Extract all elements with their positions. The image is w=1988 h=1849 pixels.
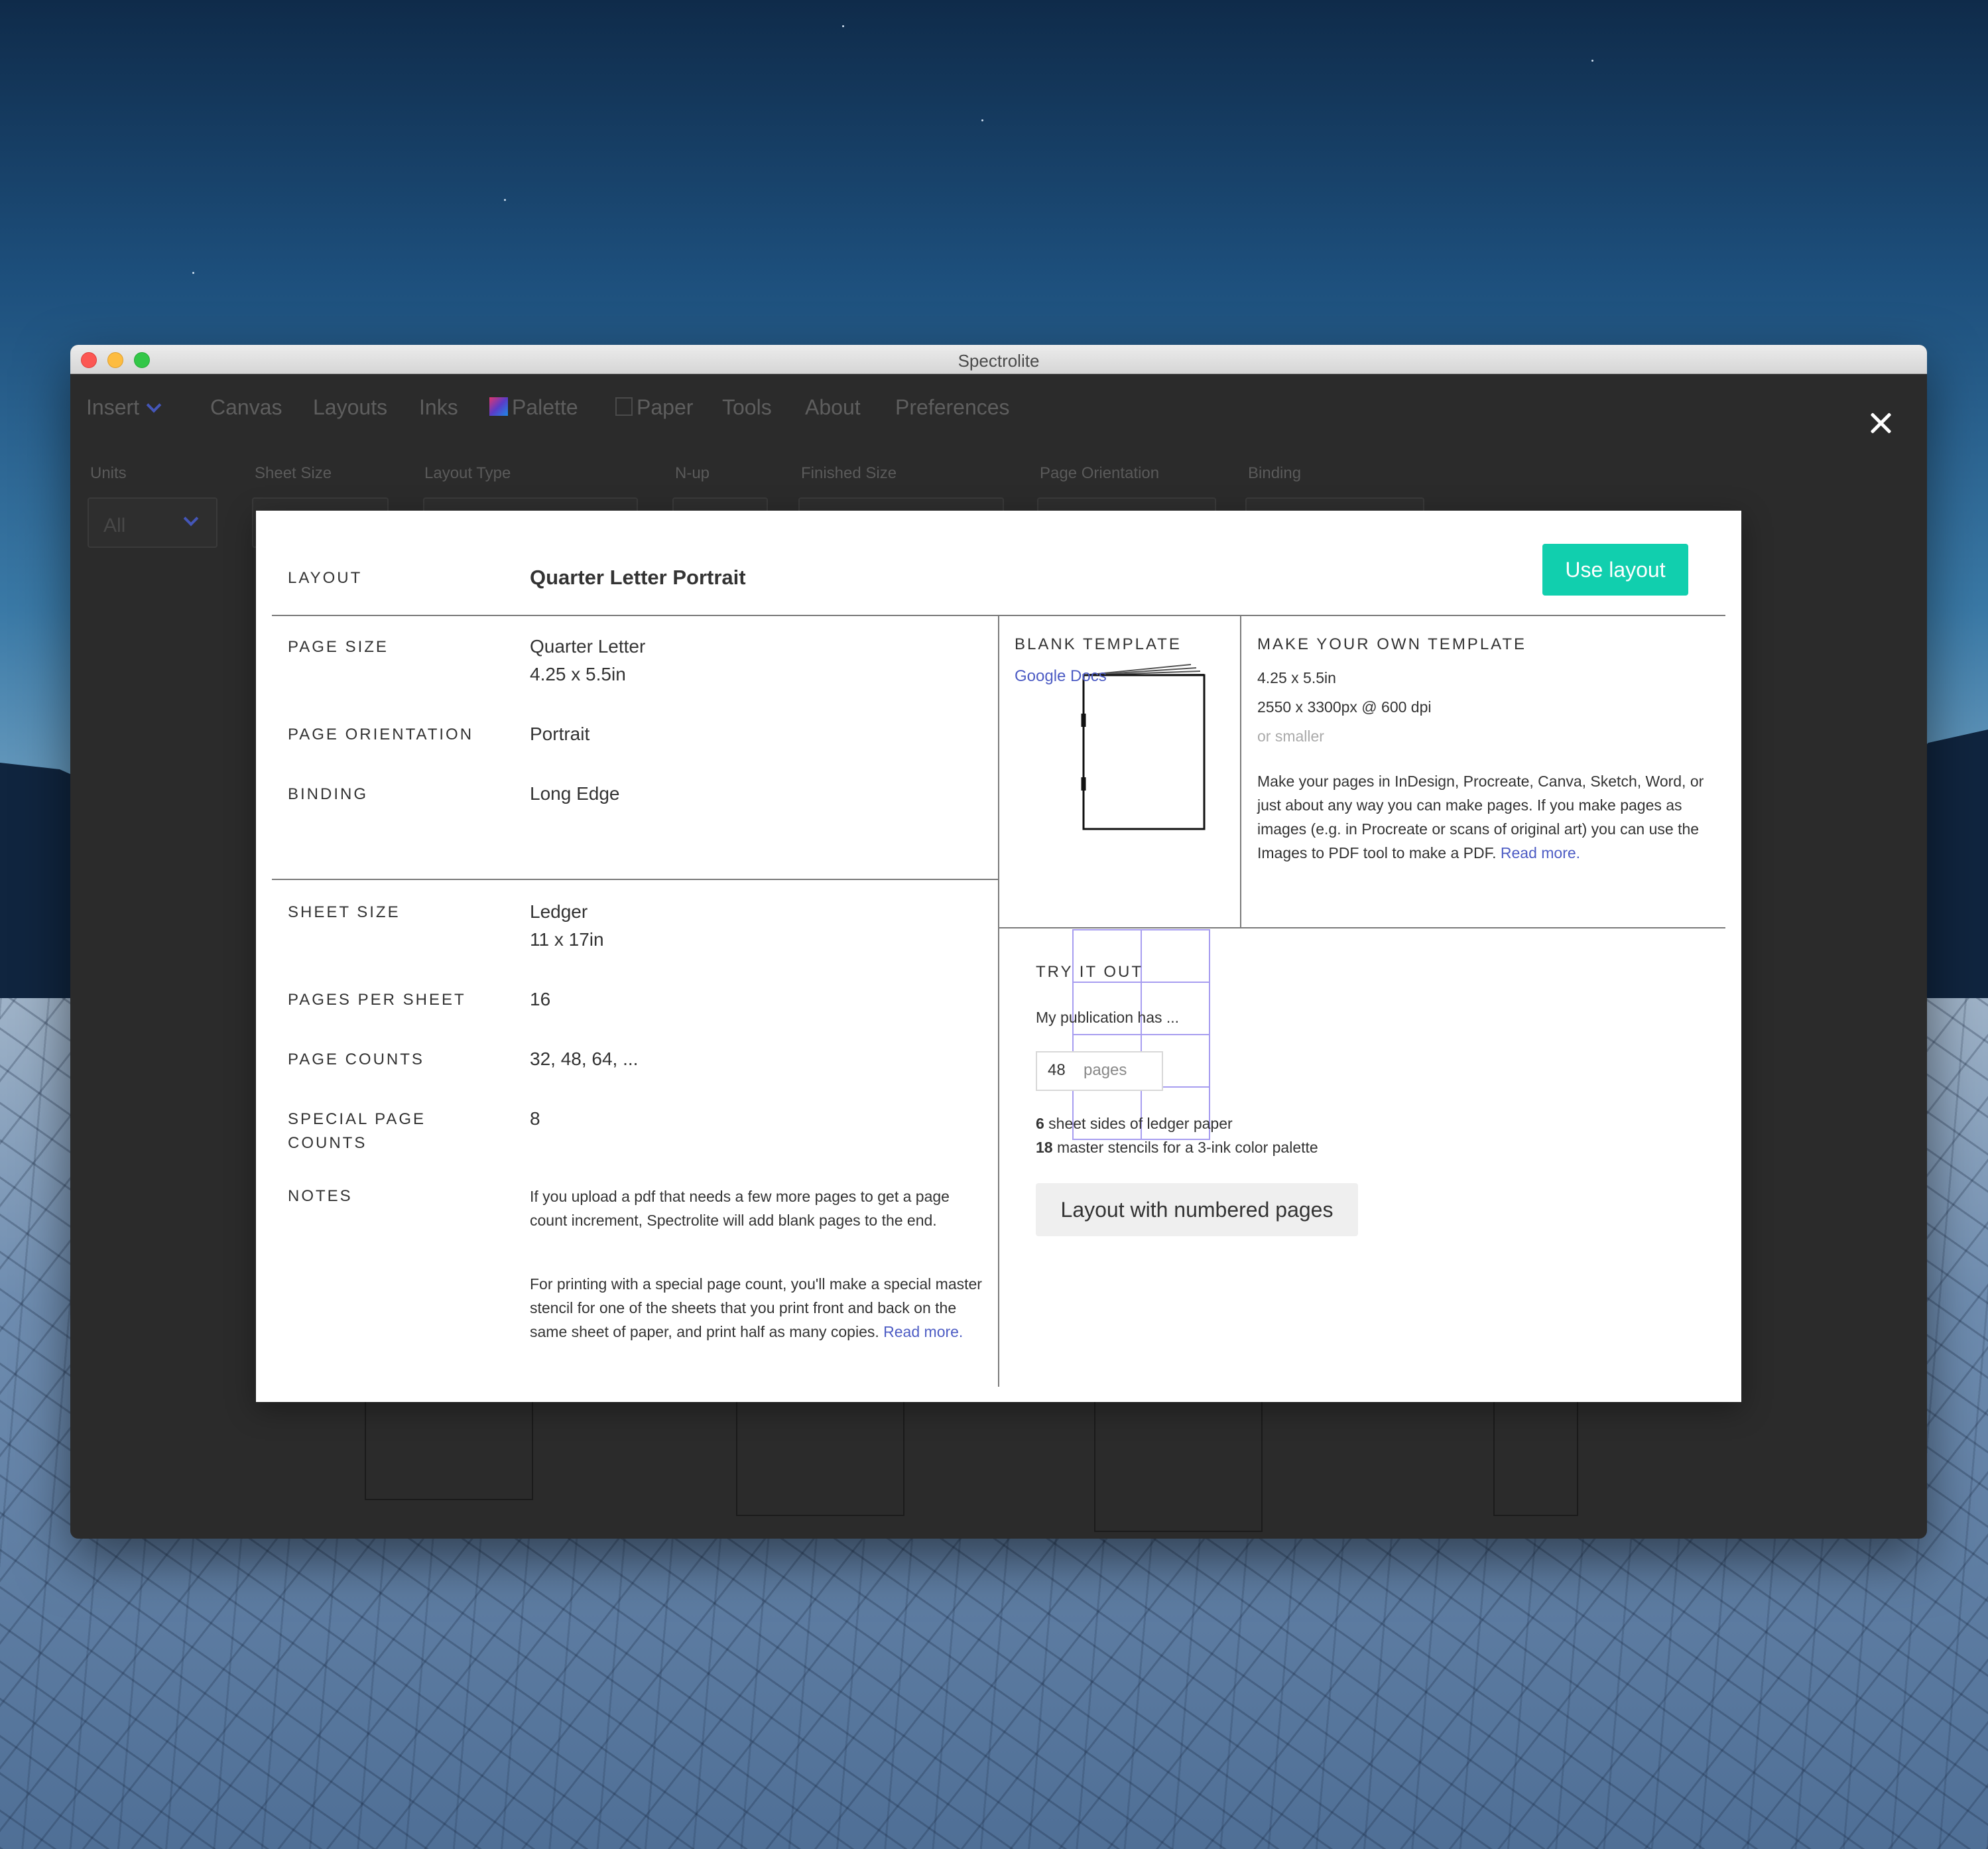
- page-orientation-label: PAGE ORIENTATION: [288, 726, 474, 743]
- menu-layouts[interactable]: Layouts: [313, 395, 387, 420]
- own-template-smaller: or smaller: [1257, 728, 1324, 745]
- special-page-counts-label-line2: COUNTS: [288, 1134, 367, 1152]
- binding-value: Long Edge: [530, 783, 620, 804]
- menu-preferences[interactable]: Preferences: [895, 395, 1010, 420]
- layout-card-thumbnail[interactable]: [1493, 1393, 1578, 1516]
- result-sheet-sides-count: 6: [1036, 1115, 1044, 1132]
- layout-numbered-pages-button[interactable]: Layout with numbered pages: [1036, 1183, 1358, 1236]
- layout-card-thumbnail[interactable]: [365, 1393, 533, 1500]
- units-filter-label: Units: [90, 464, 127, 482]
- close-icon[interactable]: [1867, 410, 1894, 436]
- own-template-read-more-link[interactable]: Read more.: [1501, 844, 1580, 861]
- menu-insert[interactable]: Insert: [86, 395, 162, 420]
- page-orientation-value: Portrait: [530, 724, 590, 744]
- own-template-dims: 4.25 x 5.5in: [1257, 669, 1336, 686]
- sheet-size-name: Ledger: [530, 901, 588, 922]
- divider: [272, 879, 999, 880]
- units-select[interactable]: All: [88, 497, 217, 548]
- blank-template-label: BLANK TEMPLATE: [1015, 635, 1182, 653]
- chevron-down-icon: [146, 397, 162, 413]
- result-master-stencils: 18 master stencils for a 3-ink color pal…: [1036, 1135, 1318, 1159]
- page-orientation-filter-label: Page Orientation: [1040, 464, 1160, 482]
- window-title: Spectrolite: [958, 351, 1040, 371]
- result-sheet-sides-text: sheet sides of ledger paper: [1044, 1115, 1233, 1132]
- binding-label: BINDING: [288, 785, 369, 803]
- sheet-size-label: SHEET SIZE: [288, 903, 401, 921]
- notes-label: NOTES: [288, 1187, 353, 1205]
- own-template-description: Make your pages in InDesign, Procreate, …: [1257, 769, 1721, 865]
- page-counts-value: 32, 48, 64, ...: [530, 1049, 639, 1069]
- binding-filter-label: Binding: [1248, 464, 1302, 482]
- menu-canvas[interactable]: Canvas: [210, 395, 282, 420]
- layout-type-filter-label: Layout Type: [424, 464, 511, 482]
- title-bar[interactable]: Spectrolite: [70, 345, 1927, 374]
- page-count-value: 48: [1048, 1061, 1066, 1079]
- page-counts-label: PAGE COUNTS: [288, 1051, 424, 1068]
- palette-icon: [489, 397, 508, 416]
- menu-paper-label: Paper: [637, 395, 694, 419]
- use-layout-button[interactable]: Use layout: [1542, 544, 1688, 596]
- page-size-dims: 4.25 x 5.5in: [530, 664, 626, 684]
- menu-palette[interactable]: Palette: [489, 395, 578, 420]
- menu-insert-label: Insert: [86, 395, 140, 419]
- special-page-counts-label-line1: SPECIAL PAGE: [288, 1110, 426, 1128]
- pages-per-sheet-value: 16: [530, 989, 551, 1009]
- layout-card-thumbnail[interactable]: [1094, 1393, 1263, 1532]
- notes-paragraph-1: If you upload a pdf that needs a few mor…: [530, 1188, 950, 1229]
- menu-bar: Insert Canvas Layouts Inks Palette Paper…: [70, 374, 1927, 434]
- layout-name: Quarter Letter Portrait: [530, 566, 746, 589]
- divider: [998, 927, 1725, 928]
- page-size-name: Quarter Letter: [530, 636, 646, 657]
- menu-paper[interactable]: Paper: [615, 395, 693, 420]
- special-page-counts-value: 8: [530, 1108, 540, 1129]
- layout-card-thumbnail[interactable]: [736, 1393, 904, 1516]
- page-count-input[interactable]: 48 pages: [1036, 1051, 1163, 1091]
- own-template-label: MAKE YOUR OWN TEMPLATE: [1257, 635, 1527, 653]
- units-select-value: All: [103, 515, 126, 537]
- publication-has-text: My publication has ...: [1036, 1009, 1180, 1026]
- chevron-down-icon: [183, 511, 199, 527]
- result-master-stencils-text: master stencils for a 3-ink color palett…: [1052, 1139, 1318, 1156]
- menu-about[interactable]: About: [805, 395, 861, 420]
- result-sheet-sides: 6 sheet sides of ledger paper: [1036, 1112, 1233, 1135]
- sheet-size-filter-label: Sheet Size: [255, 464, 332, 482]
- finished-size-filter-label: Finished Size: [801, 464, 897, 482]
- nup-filter-label: N-up: [675, 464, 710, 482]
- menu-inks[interactable]: Inks: [419, 395, 458, 420]
- menu-palette-label: Palette: [512, 395, 578, 419]
- page-count-unit: pages: [1084, 1061, 1127, 1079]
- own-template-pixels: 2550 x 3300px @ 600 dpi: [1257, 698, 1432, 716]
- menu-tools[interactable]: Tools: [722, 395, 772, 420]
- notes-paragraph-2: For printing with a special page count, …: [530, 1272, 994, 1344]
- google-docs-link[interactable]: Google Docs: [1015, 665, 1107, 688]
- layout-detail-modal: LAYOUT Quarter Letter Portrait Use layou…: [256, 511, 1741, 1402]
- sheet-size-dims: 11 x 17in: [530, 929, 604, 950]
- divider: [1240, 615, 1241, 928]
- layout-label: LAYOUT: [288, 569, 363, 587]
- own-template-description-text: Make your pages in InDesign, Procreate, …: [1257, 773, 1704, 861]
- google-docs-link-text: Google Docs: [1015, 667, 1107, 685]
- try-it-out-label: TRY IT OUT: [1036, 963, 1144, 981]
- result-master-stencils-count: 18: [1036, 1139, 1053, 1156]
- paper-icon: [615, 397, 633, 416]
- pages-per-sheet-label: PAGES PER SHEET: [288, 991, 466, 1009]
- divider: [998, 615, 999, 1387]
- notes-read-more-link[interactable]: Read more.: [883, 1323, 963, 1340]
- page-size-label: PAGE SIZE: [288, 638, 389, 656]
